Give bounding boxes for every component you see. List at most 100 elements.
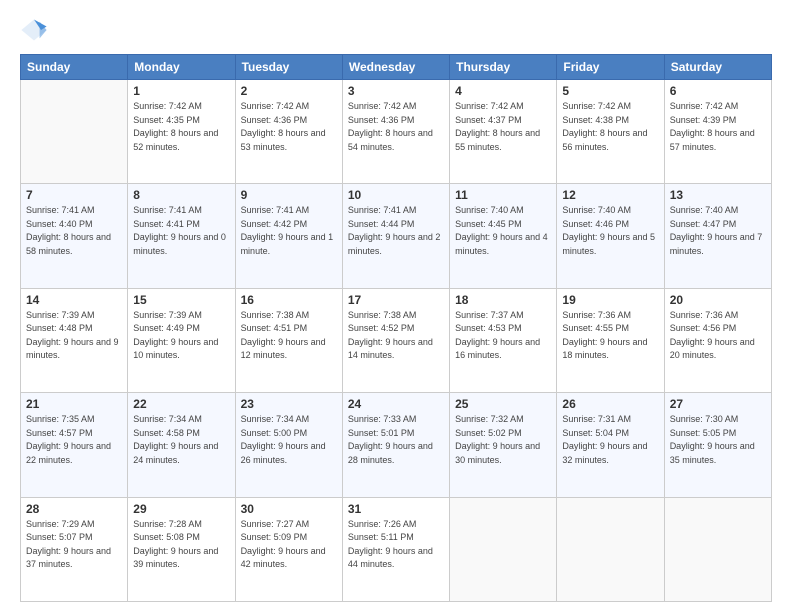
day-info: Sunrise: 7:32 AMSunset: 5:02 PMDaylight:…: [455, 413, 551, 467]
calendar-cell: 29 Sunrise: 7:28 AMSunset: 5:08 PMDayligh…: [128, 497, 235, 601]
calendar-cell: 1 Sunrise: 7:42 AMSunset: 4:35 PMDaylight…: [128, 80, 235, 184]
calendar-cell: 31 Sunrise: 7:26 AMSunset: 5:11 PMDayligh…: [342, 497, 449, 601]
calendar-cell: [664, 497, 771, 601]
calendar-cell: 6 Sunrise: 7:42 AMSunset: 4:39 PMDaylight…: [664, 80, 771, 184]
day-info: Sunrise: 7:42 AMSunset: 4:38 PMDaylight:…: [562, 100, 658, 154]
day-number: 6: [670, 84, 766, 98]
calendar-cell: 11 Sunrise: 7:40 AMSunset: 4:45 PMDayligh…: [450, 184, 557, 288]
day-number: 17: [348, 293, 444, 307]
day-number: 3: [348, 84, 444, 98]
weekday-header-monday: Monday: [128, 55, 235, 80]
calendar-cell: 19 Sunrise: 7:36 AMSunset: 4:55 PMDayligh…: [557, 288, 664, 392]
day-number: 9: [241, 188, 337, 202]
calendar-cell: 8 Sunrise: 7:41 AMSunset: 4:41 PMDaylight…: [128, 184, 235, 288]
day-info: Sunrise: 7:41 AMSunset: 4:42 PMDaylight:…: [241, 204, 337, 258]
calendar-cell: 30 Sunrise: 7:27 AMSunset: 5:09 PMDayligh…: [235, 497, 342, 601]
calendar-cell: 7Sunrise: 7:41 AMSunset: 4:40 PMDaylight…: [21, 184, 128, 288]
day-info: Sunrise: 7:31 AMSunset: 5:04 PMDaylight:…: [562, 413, 658, 467]
day-info: Sunrise: 7:42 AMSunset: 4:35 PMDaylight:…: [133, 100, 229, 154]
day-number: 10: [348, 188, 444, 202]
day-number: 16: [241, 293, 337, 307]
day-info: Sunrise: 7:39 AMSunset: 4:49 PMDaylight:…: [133, 309, 229, 363]
day-number: 7: [26, 188, 122, 202]
day-number: 24: [348, 397, 444, 411]
day-number: 30: [241, 502, 337, 516]
day-info: Sunrise: 7:42 AMSunset: 4:36 PMDaylight:…: [241, 100, 337, 154]
day-number: 25: [455, 397, 551, 411]
calendar-cell: 14 Sunrise: 7:39 AMSunset: 4:48 PMDayligh…: [21, 288, 128, 392]
day-info: Sunrise: 7:42 AMSunset: 4:36 PMDaylight:…: [348, 100, 444, 154]
calendar-cell: 3 Sunrise: 7:42 AMSunset: 4:36 PMDaylight…: [342, 80, 449, 184]
calendar-cell: 18Sunrise: 7:37 AMSunset: 4:53 PMDayligh…: [450, 288, 557, 392]
header: [20, 16, 772, 44]
calendar-cell: 5Sunrise: 7:42 AMSunset: 4:38 PMDaylight…: [557, 80, 664, 184]
day-info: Sunrise: 7:40 AMSunset: 4:45 PMDaylight:…: [455, 204, 551, 258]
calendar-cell: 23 Sunrise: 7:34 AMSunset: 5:00 PMDayligh…: [235, 393, 342, 497]
calendar-cell: 9 Sunrise: 7:41 AMSunset: 4:42 PMDaylight…: [235, 184, 342, 288]
day-info: Sunrise: 7:35 AMSunset: 4:57 PMDaylight:…: [26, 413, 122, 467]
calendar-cell: 2 Sunrise: 7:42 AMSunset: 4:36 PMDaylight…: [235, 80, 342, 184]
day-number: 4: [455, 84, 551, 98]
calendar-cell: 27 Sunrise: 7:30 AMSunset: 5:05 PMDayligh…: [664, 393, 771, 497]
day-number: 20: [670, 293, 766, 307]
day-number: 12: [562, 188, 658, 202]
day-info: Sunrise: 7:38 AMSunset: 4:51 PMDaylight:…: [241, 309, 337, 363]
day-info: Sunrise: 7:30 AMSunset: 5:05 PMDaylight:…: [670, 413, 766, 467]
day-number: 15: [133, 293, 229, 307]
day-number: 26: [562, 397, 658, 411]
calendar-week-2: 7Sunrise: 7:41 AMSunset: 4:40 PMDaylight…: [21, 184, 772, 288]
weekday-header-thursday: Thursday: [450, 55, 557, 80]
day-number: 23: [241, 397, 337, 411]
weekday-header-sunday: Sunday: [21, 55, 128, 80]
day-info: Sunrise: 7:34 AMSunset: 4:58 PMDaylight:…: [133, 413, 229, 467]
calendar-cell: 12 Sunrise: 7:40 AMSunset: 4:46 PMDayligh…: [557, 184, 664, 288]
day-number: 29: [133, 502, 229, 516]
calendar-cell: 21 Sunrise: 7:35 AMSunset: 4:57 PMDayligh…: [21, 393, 128, 497]
calendar-cell: 10Sunrise: 7:41 AMSunset: 4:44 PMDayligh…: [342, 184, 449, 288]
calendar-cell: [21, 80, 128, 184]
day-info: Sunrise: 7:40 AMSunset: 4:47 PMDaylight:…: [670, 204, 766, 258]
calendar-cell: 22Sunrise: 7:34 AMSunset: 4:58 PMDayligh…: [128, 393, 235, 497]
day-number: 13: [670, 188, 766, 202]
calendar-table: SundayMondayTuesdayWednesdayThursdayFrid…: [20, 54, 772, 602]
calendar-cell: [557, 497, 664, 601]
day-info: Sunrise: 7:36 AMSunset: 4:55 PMDaylight:…: [562, 309, 658, 363]
day-number: 19: [562, 293, 658, 307]
calendar-cell: 16 Sunrise: 7:38 AMSunset: 4:51 PMDayligh…: [235, 288, 342, 392]
day-number: 21: [26, 397, 122, 411]
day-info: Sunrise: 7:36 AMSunset: 4:56 PMDaylight:…: [670, 309, 766, 363]
calendar-cell: 28Sunrise: 7:29 AMSunset: 5:07 PMDayligh…: [21, 497, 128, 601]
calendar-cell: 4Sunrise: 7:42 AMSunset: 4:37 PMDaylight…: [450, 80, 557, 184]
day-number: 1: [133, 84, 229, 98]
day-number: 8: [133, 188, 229, 202]
weekday-header-tuesday: Tuesday: [235, 55, 342, 80]
day-number: 31: [348, 502, 444, 516]
day-number: 27: [670, 397, 766, 411]
calendar-week-3: 14 Sunrise: 7:39 AMSunset: 4:48 PMDayligh…: [21, 288, 772, 392]
day-info: Sunrise: 7:28 AMSunset: 5:08 PMDaylight:…: [133, 518, 229, 572]
day-number: 2: [241, 84, 337, 98]
weekday-header-wednesday: Wednesday: [342, 55, 449, 80]
day-info: Sunrise: 7:40 AMSunset: 4:46 PMDaylight:…: [562, 204, 658, 258]
calendar-cell: 20 Sunrise: 7:36 AMSunset: 4:56 PMDayligh…: [664, 288, 771, 392]
day-number: 14: [26, 293, 122, 307]
day-info: Sunrise: 7:26 AMSunset: 5:11 PMDaylight:…: [348, 518, 444, 572]
day-number: 28: [26, 502, 122, 516]
day-info: Sunrise: 7:39 AMSunset: 4:48 PMDaylight:…: [26, 309, 122, 363]
day-number: 11: [455, 188, 551, 202]
day-info: Sunrise: 7:38 AMSunset: 4:52 PMDaylight:…: [348, 309, 444, 363]
calendar-cell: 26 Sunrise: 7:31 AMSunset: 5:04 PMDayligh…: [557, 393, 664, 497]
calendar-cell: 17 Sunrise: 7:38 AMSunset: 4:52 PMDayligh…: [342, 288, 449, 392]
weekday-header-saturday: Saturday: [664, 55, 771, 80]
calendar-cell: 13 Sunrise: 7:40 AMSunset: 4:47 PMDayligh…: [664, 184, 771, 288]
day-info: Sunrise: 7:34 AMSunset: 5:00 PMDaylight:…: [241, 413, 337, 467]
day-info: Sunrise: 7:33 AMSunset: 5:01 PMDaylight:…: [348, 413, 444, 467]
day-info: Sunrise: 7:42 AMSunset: 4:39 PMDaylight:…: [670, 100, 766, 154]
day-info: Sunrise: 7:41 AMSunset: 4:41 PMDaylight:…: [133, 204, 229, 258]
calendar-week-5: 28Sunrise: 7:29 AMSunset: 5:07 PMDayligh…: [21, 497, 772, 601]
logo: [20, 16, 52, 44]
day-info: Sunrise: 7:27 AMSunset: 5:09 PMDaylight:…: [241, 518, 337, 572]
weekday-header-row: SundayMondayTuesdayWednesdayThursdayFrid…: [21, 55, 772, 80]
calendar-page: SundayMondayTuesdayWednesdayThursdayFrid…: [0, 0, 792, 612]
calendar-cell: 24 Sunrise: 7:33 AMSunset: 5:01 PMDayligh…: [342, 393, 449, 497]
